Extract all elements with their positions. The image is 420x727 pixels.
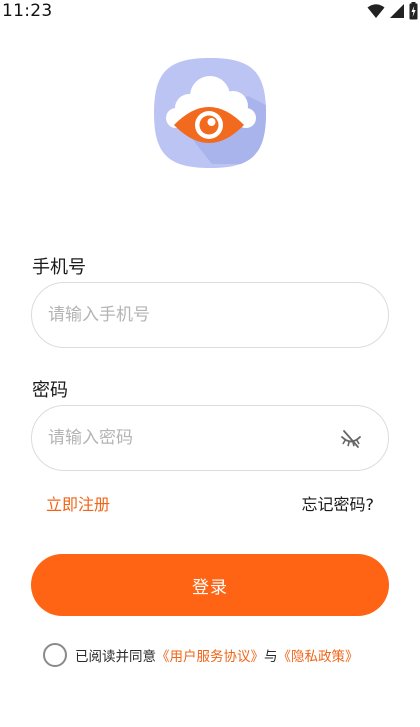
status-bar: 11:23 (0, 0, 420, 24)
battery-charging-icon (409, 2, 418, 20)
phone-label: 手机号 (32, 257, 86, 278)
privacy-policy-link[interactable]: 《隐私政策》 (278, 645, 359, 665)
wifi-icon (367, 4, 385, 18)
agreement-prefix: 已阅读并同意 (75, 649, 156, 665)
signal-icon (390, 4, 404, 18)
forgot-password-link[interactable]: 忘记密码? (302, 491, 375, 515)
status-icons (367, 2, 418, 20)
password-field[interactable] (31, 405, 389, 471)
login-button[interactable]: 登录 (31, 554, 389, 616)
user-agreement-link[interactable]: 《用户服务协议》 (156, 645, 264, 665)
phone-field[interactable] (31, 282, 389, 348)
agreement-checkbox[interactable] (43, 643, 67, 667)
register-link[interactable]: 立即注册 (46, 491, 110, 515)
agreement-row: 已阅读并同意 《用户服务协议》 与 《隐私政策》 (43, 642, 359, 668)
login-screen: 11:23 手机号 请输入手机号 密码 立即注册 忘记密码? 登录 已阅读并同意… (0, 0, 420, 727)
app-logo-icon (154, 58, 266, 168)
password-label: 密码 (32, 380, 68, 401)
password-input[interactable] (48, 406, 338, 470)
phone-input[interactable] (48, 283, 338, 347)
agreement-conjunction: 与 (264, 649, 278, 665)
eye-off-icon[interactable] (340, 429, 362, 449)
status-time: 11:23 (2, 1, 53, 21)
